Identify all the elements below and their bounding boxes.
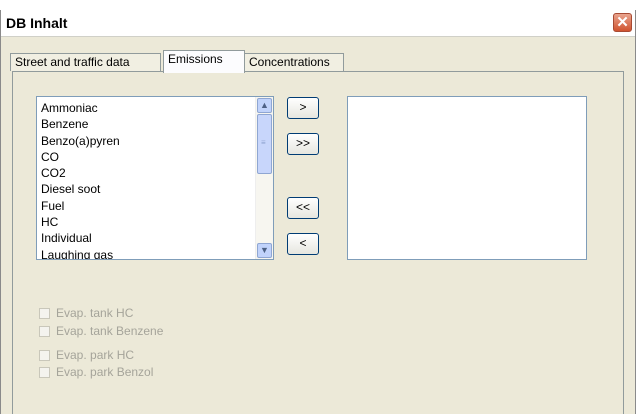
selected-emissions-list[interactable] [347,96,587,260]
tab-concentrations[interactable]: Concentrations [244,53,344,71]
list-item[interactable]: Individual [41,230,253,246]
chevron-down-icon: ▼ [260,245,269,255]
vertical-scrollbar[interactable]: ▲ ≡ ▼ [255,97,273,259]
checkbox-evap-park-benzol[interactable]: Evap. park Benzol [39,365,153,381]
checkbox-label: Evap. tank Benzene [56,324,164,338]
list-item[interactable]: CO2 [41,165,253,181]
close-button[interactable]: ✕ [613,13,632,32]
close-icon: ✕ [616,14,629,31]
scrollbar-thumb[interactable]: ≡ [257,114,272,174]
list-item[interactable]: Fuel [41,198,253,214]
checkbox-box[interactable] [39,308,50,319]
list-item[interactable]: Benzo(a)pyren [41,133,253,149]
remove-selected-button[interactable]: < [287,233,319,255]
tab-emissions[interactable]: Emissions [163,50,245,73]
list-item[interactable]: HC [41,214,253,230]
title-bar[interactable]: DB Inhalt ✕ [1,10,635,37]
tab-label: Emissions [168,52,223,66]
checkbox-label: Evap. park Benzol [56,365,154,379]
tab-label: Concentrations [249,55,330,69]
checkbox-box[interactable] [39,326,50,337]
add-all-button[interactable]: >> [287,133,319,155]
list-item[interactable]: Diesel soot [41,181,253,197]
remove-all-button[interactable]: << [287,197,319,219]
checkbox-evap-park-hc[interactable]: Evap. park HC [39,348,134,364]
scroll-up-button[interactable]: ▲ [257,98,272,113]
checkbox-box[interactable] [39,367,50,378]
available-emissions-list[interactable]: Ammoniac Benzene Benzo(a)pyren CO CO2 Di… [36,96,274,260]
scroll-down-button[interactable]: ▼ [257,243,272,258]
checkbox-evap-tank-hc[interactable]: Evap. tank HC [39,306,133,322]
list-item[interactable]: Benzene [41,116,253,132]
window-title: DB Inhalt [6,15,68,31]
tab-street-and-traffic-data[interactable]: Street and traffic data [10,53,161,71]
chevron-up-icon: ▲ [260,100,269,110]
list-item[interactable]: Laughing gas [41,247,253,259]
list-item[interactable]: Ammoniac [41,100,253,116]
checkbox-label: Evap. tank HC [56,306,134,320]
tab-label: Street and traffic data [15,55,130,69]
checkbox-label: Evap. park HC [56,348,135,362]
checkbox-evap-tank-benzene[interactable]: Evap. tank Benzene [39,324,163,340]
grip-icon: ≡ [261,138,266,147]
list-item[interactable]: CO [41,149,253,165]
add-selected-button[interactable]: > [287,97,319,119]
checkbox-box[interactable] [39,350,50,361]
